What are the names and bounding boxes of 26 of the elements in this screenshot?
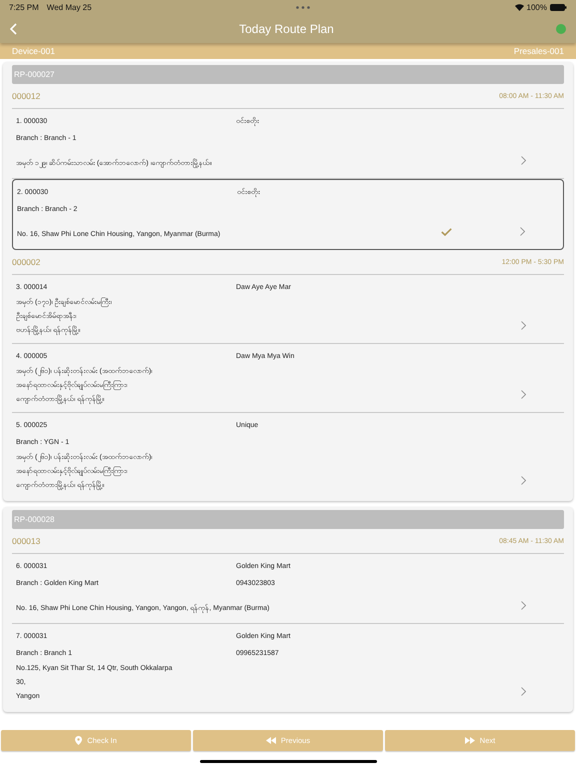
device-label: Device-001 — [12, 46, 55, 56]
chevron-right-icon — [521, 601, 526, 610]
presales-label: Presales-001 — [514, 46, 564, 56]
battery-icon — [550, 4, 567, 10]
chevron-right-icon — [521, 156, 526, 165]
customer-code: 000013 — [12, 536, 40, 546]
battery-percent: 100% — [526, 2, 547, 12]
chevron-right-icon — [521, 390, 526, 399]
checkmark-icon — [441, 228, 452, 236]
location-pin-icon — [75, 736, 82, 745]
status-time: 7:25 PM — [9, 2, 39, 12]
chevron-right-icon — [521, 321, 526, 330]
customer-code: 000012 — [12, 91, 40, 101]
route-plan-header: RP-000028 — [12, 510, 564, 529]
fast-forward-icon — [464, 737, 475, 744]
customer-code: 000002 — [12, 257, 40, 267]
rewind-icon — [266, 737, 276, 744]
multitask-dots-icon — [296, 6, 310, 8]
chevron-right-icon — [521, 687, 526, 696]
chevron-right-icon — [520, 227, 525, 236]
status-date: Wed May 25 — [46, 2, 92, 12]
back-icon[interactable] — [10, 22, 17, 34]
chevron-right-icon — [521, 476, 526, 485]
wifi-icon — [514, 4, 524, 10]
route-plan-header: RP-000027 — [12, 65, 564, 84]
screen-title: Today Route Plan — [239, 22, 334, 36]
